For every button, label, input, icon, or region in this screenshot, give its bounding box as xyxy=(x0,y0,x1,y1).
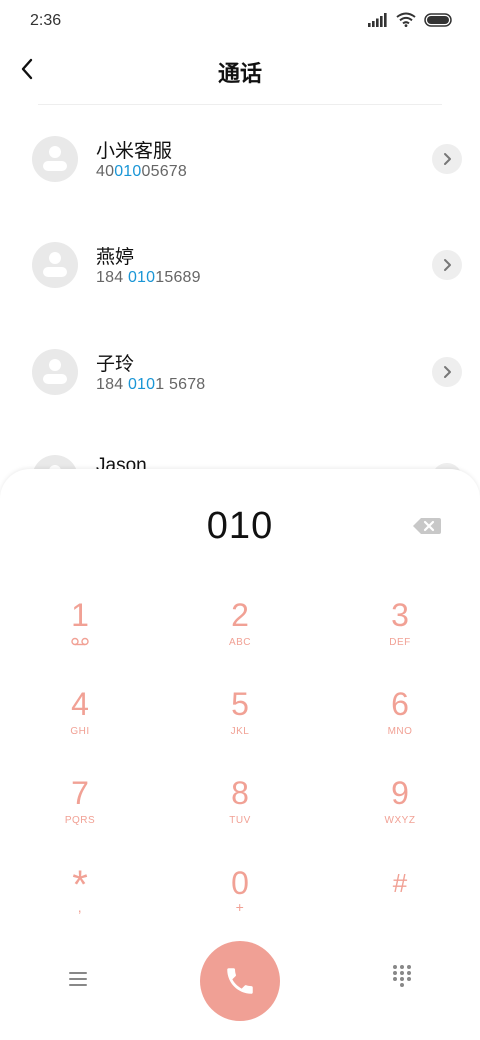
contact-number: 184 0101 5678 xyxy=(96,376,206,393)
voicemail-icon xyxy=(71,637,89,646)
page-title: 通话 xyxy=(217,61,262,86)
contact-item[interactable]: 燕婷 184 01015689 xyxy=(0,242,480,332)
dial-key-3[interactable]: 3 DEF xyxy=(340,597,460,667)
contact-item[interactable]: 小米客服 4001005678 xyxy=(0,136,480,226)
dial-key-7[interactable]: 7 PQRS xyxy=(20,775,140,845)
chevron-right-icon xyxy=(444,259,451,271)
dial-key-2[interactable]: 2 ABC xyxy=(180,597,300,667)
chevron-right-icon xyxy=(444,366,451,378)
battery-icon xyxy=(424,12,452,27)
dial-key-1[interactable]: 1 xyxy=(20,597,140,667)
contact-name: 燕婷 xyxy=(96,247,135,268)
keypad-toggle-button[interactable] xyxy=(390,963,414,989)
avatar xyxy=(32,349,78,395)
dialpad: 010 1 2 ABC 3 DEF 4 GHI 5 JKL 6 MNO 7 PQ… xyxy=(0,469,480,1040)
chevron-right-icon xyxy=(444,153,451,165)
header: 通话 xyxy=(0,44,480,100)
contact-detail-button[interactable] xyxy=(432,250,462,280)
number-match: 010 xyxy=(127,269,156,286)
status-bar: 2:36 xyxy=(0,0,480,44)
menu-icon xyxy=(69,972,87,986)
backspace-button[interactable] xyxy=(412,515,442,537)
contact-name: 子玲 xyxy=(96,354,135,375)
call-button[interactable] xyxy=(200,941,280,1021)
contact-detail-button[interactable] xyxy=(432,144,462,174)
dialpad-actions xyxy=(0,941,480,1023)
number-match: 010 xyxy=(114,163,142,180)
contact-item[interactable]: 子玲 184 0101 5678 xyxy=(0,349,480,439)
avatar xyxy=(32,242,78,288)
dialpad-grid-icon xyxy=(393,965,411,987)
dial-key-star[interactable]: * , xyxy=(20,865,140,935)
header-divider xyxy=(38,104,442,105)
dial-key-9[interactable]: 9 WXYZ xyxy=(340,775,460,845)
dial-key-8[interactable]: 8 TUV xyxy=(180,775,300,845)
dial-key-6[interactable]: 6 MNO xyxy=(340,686,460,756)
phone-icon xyxy=(227,968,253,994)
signal-icon xyxy=(368,12,387,27)
contact-detail-button[interactable] xyxy=(432,357,462,387)
dial-key-0[interactable]: 0 + xyxy=(180,865,300,935)
dial-key-5[interactable]: 5 JKL xyxy=(180,686,300,756)
wifi-icon xyxy=(396,12,416,27)
contact-number: 4001005678 xyxy=(96,163,187,180)
backspace-icon xyxy=(413,518,441,534)
dial-key-4[interactable]: 4 GHI xyxy=(20,686,140,756)
contact-number: 184 01015689 xyxy=(96,269,201,286)
avatar xyxy=(32,136,78,182)
status-icons xyxy=(368,12,454,27)
number-match: 010 xyxy=(127,376,156,393)
dialed-number: 010 xyxy=(206,505,274,547)
menu-button[interactable] xyxy=(64,965,92,993)
dial-key-hash[interactable]: # xyxy=(340,865,460,935)
contact-name: 小米客服 xyxy=(96,141,173,162)
status-time: 2:36 xyxy=(30,12,62,29)
